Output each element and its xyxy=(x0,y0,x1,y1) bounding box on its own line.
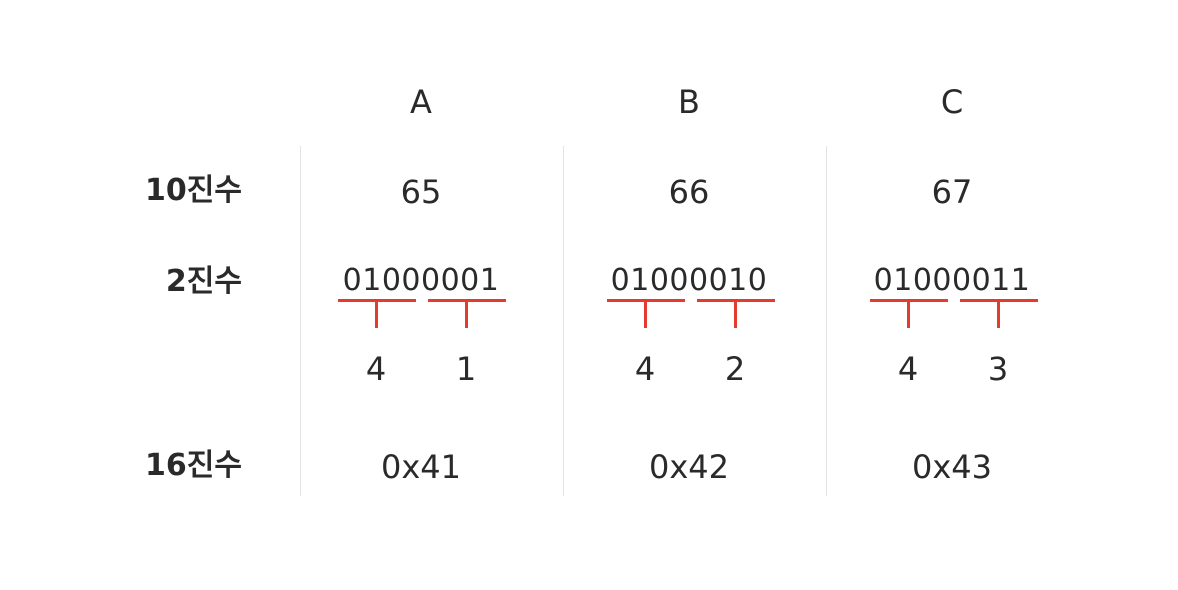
low-nibble-bracket-stem xyxy=(465,302,468,328)
high-nibble-bracket-stem xyxy=(644,302,647,328)
decimal-value-a: 65 xyxy=(400,173,442,211)
binary-value-c: 01000011 xyxy=(873,263,1031,298)
hex-value-c: 0x43 xyxy=(911,448,993,486)
binary-value-b: 01000010 xyxy=(610,263,768,298)
column-header-a: A xyxy=(410,83,432,121)
high-nibble-value-a: 4 xyxy=(365,350,387,388)
binary-value-a: 01000001 xyxy=(342,263,500,298)
column-divider xyxy=(563,146,564,496)
high-nibble-value-b: 4 xyxy=(634,350,656,388)
column-divider xyxy=(300,146,301,496)
hex-value-b: 0x42 xyxy=(648,448,730,486)
column-header-c: C xyxy=(940,83,964,121)
row-label-decimal: 10진수 xyxy=(145,173,242,208)
decimal-value-b: 66 xyxy=(668,173,710,211)
column-divider xyxy=(826,146,827,496)
low-nibble-value-b: 2 xyxy=(724,350,746,388)
high-nibble-bracket-stem xyxy=(907,302,910,328)
hex-value-a: 0x41 xyxy=(380,448,462,486)
conversion-diagram: 10진수 2진수 16진수 A 65 01000001 4 1 0x41 B 6… xyxy=(0,0,1178,590)
row-label-hex: 16진수 xyxy=(145,448,242,483)
low-nibble-value-a: 1 xyxy=(455,350,477,388)
row-label-binary: 2진수 xyxy=(165,264,242,299)
high-nibble-bracket-stem xyxy=(375,302,378,328)
high-nibble-value-c: 4 xyxy=(897,350,919,388)
decimal-value-c: 67 xyxy=(931,173,973,211)
low-nibble-value-c: 3 xyxy=(987,350,1009,388)
low-nibble-bracket-stem xyxy=(734,302,737,328)
column-header-b: B xyxy=(678,83,700,121)
low-nibble-bracket-stem xyxy=(997,302,1000,328)
